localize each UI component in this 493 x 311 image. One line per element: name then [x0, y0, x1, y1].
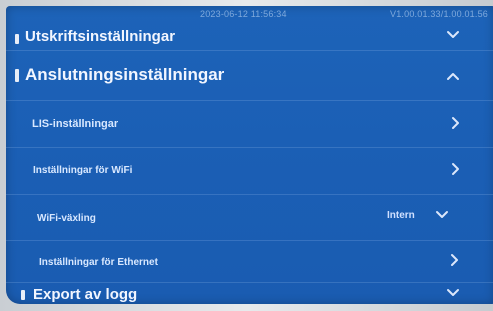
list-item-label: Inställningar för WiFi: [33, 165, 133, 176]
chevron-right-icon[interactable]: [448, 116, 462, 130]
section-marker: [15, 69, 19, 82]
status-bar: 2023-06-12 11:56:34 V1.00.01.33/1.00.01.…: [6, 6, 493, 22]
chevron-right-icon[interactable]: [448, 162, 462, 176]
settings-screen: 2023-06-12 11:56:34 V1.00.01.33/1.00.01.…: [6, 6, 493, 304]
section-marker: [21, 290, 25, 300]
device-frame: 2023-06-12 11:56:34 V1.00.01.33/1.00.01.…: [0, 0, 493, 311]
list-item-label: Inställningar för Ethernet: [39, 257, 158, 268]
section-connection-settings[interactable]: Anslutningsinställningar: [6, 51, 493, 101]
list-item-ethernet-settings[interactable]: Inställningar för Ethernet: [6, 241, 493, 283]
chevron-up-icon[interactable]: [446, 69, 460, 83]
chevron-down-icon[interactable]: [446, 28, 460, 42]
list-item-wifi-settings[interactable]: Inställningar för WiFi: [6, 148, 493, 195]
section-print-settings-label: Utskriftsinställningar: [25, 28, 176, 45]
status-datetime: 2023-06-12 11:56:34: [200, 9, 287, 19]
chevron-down-icon[interactable]: [435, 208, 449, 222]
section-print-settings[interactable]: Utskriftsinställningar: [6, 22, 493, 51]
list-item-wifi-switch[interactable]: WiFi-växling Intern: [6, 195, 493, 241]
section-log-export[interactable]: Export av logg: [6, 283, 493, 304]
list-item-lis-settings[interactable]: LIS-inställningar: [6, 101, 493, 148]
status-version: V1.00.01.33/1.00.01.56: [390, 9, 488, 19]
list-item-label: LIS-inställningar: [32, 118, 119, 130]
section-connection-settings-label: Anslutningsinställningar: [25, 65, 225, 84]
section-marker: [15, 34, 19, 44]
chevron-down-icon[interactable]: [446, 286, 460, 300]
chevron-right-icon[interactable]: [447, 253, 461, 267]
list-item-label: WiFi-växling: [37, 213, 96, 224]
wifi-switch-value[interactable]: Intern: [387, 210, 415, 221]
section-log-export-label: Export av logg: [33, 286, 138, 303]
